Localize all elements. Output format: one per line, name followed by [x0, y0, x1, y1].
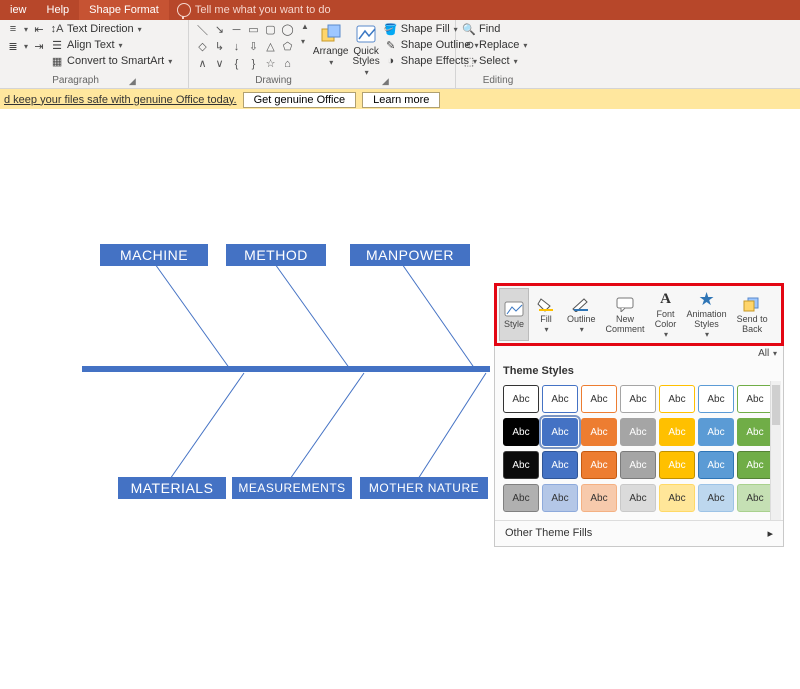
shape-style-popup: Style Fill▾ Outline▾ New Comment A Font …: [494, 283, 784, 547]
indent-decrease-button[interactable]: ⇤: [32, 22, 46, 36]
style-swatch-22[interactable]: Abc: [542, 484, 578, 512]
tell-me-search[interactable]: Tell me what you want to do: [177, 3, 331, 17]
style-swatch-24[interactable]: Abc: [620, 484, 656, 512]
style-swatch-10[interactable]: Abc: [620, 418, 656, 446]
replace-icon: ⟲: [462, 38, 476, 52]
effects-icon: ◑: [384, 54, 398, 68]
style-swatch-20[interactable]: Abc: [737, 451, 773, 479]
tab-help[interactable]: Help: [37, 0, 80, 20]
select-button[interactable]: ⬚Select▾: [462, 54, 527, 68]
gallery-scrollbar[interactable]: [770, 381, 781, 520]
learn-more-button[interactable]: Learn more: [362, 92, 440, 108]
theme-styles-title: Theme Styles: [495, 361, 783, 381]
tab-shape-format[interactable]: Shape Format: [79, 0, 169, 20]
font-color-icon: A: [655, 290, 677, 308]
pen-outline-icon: ✎: [384, 38, 398, 52]
shapes-gallery[interactable]: ＼↘─▭▢◯ ◇↳↓⇩△⬠ ∧∨{}☆⌂: [195, 22, 295, 71]
style-swatch-2[interactable]: Abc: [581, 385, 617, 413]
tab-view[interactable]: iew: [0, 0, 37, 20]
style-icon: [503, 300, 525, 318]
cursor-icon: ⬚: [462, 54, 476, 68]
lightbulb-icon: [177, 3, 191, 17]
style-swatch-15[interactable]: Abc: [542, 451, 578, 479]
style-swatch-8[interactable]: Abc: [542, 418, 578, 446]
bullets-button[interactable]: ≡▾: [6, 22, 28, 36]
shapes-scroll-up[interactable]: ▲: [301, 22, 309, 31]
shape-mother-nature[interactable]: MOTHER NATURE: [360, 477, 488, 499]
style-swatch-1[interactable]: Abc: [542, 385, 578, 413]
find-button[interactable]: 🔍Find: [462, 22, 527, 36]
send-back-icon: [741, 295, 763, 313]
style-swatch-5[interactable]: Abc: [698, 385, 734, 413]
style-swatch-3[interactable]: Abc: [620, 385, 656, 413]
group-paragraph: ≡▾ ≣▾ ⇤ ⇥ ↕AText Direction▾ ☰Align Text▾…: [0, 20, 189, 88]
align-text-button[interactable]: ☰Align Text▾: [50, 38, 172, 52]
mini-style-button[interactable]: Style: [499, 288, 529, 341]
mini-toolbar: Style Fill▾ Outline▾ New Comment A Font …: [494, 283, 784, 346]
star-icon: ★: [696, 290, 718, 308]
shape-machine[interactable]: MACHINE: [100, 244, 208, 266]
arrange-button[interactable]: Arrange▾: [313, 22, 349, 67]
style-swatch-18[interactable]: Abc: [659, 451, 695, 479]
mini-fill-button[interactable]: Fill▾: [531, 288, 561, 341]
style-swatch-6[interactable]: Abc: [737, 385, 773, 413]
fill-icon: [535, 295, 557, 313]
comment-icon: [614, 295, 636, 313]
gallery-all-button[interactable]: All ▾: [495, 346, 783, 361]
search-icon: 🔍: [462, 22, 476, 36]
mini-outline-button[interactable]: Outline▾: [563, 288, 600, 341]
group-drawing: ＼↘─▭▢◯ ◇↳↓⇩△⬠ ∧∨{}☆⌂ ▲ ▾ Arrange▾ Quick …: [189, 20, 456, 88]
paint-bucket-icon: 🪣: [384, 22, 398, 36]
tell-me-placeholder: Tell me what you want to do: [195, 4, 331, 16]
mini-font-color-button[interactable]: A Font Color▾: [651, 288, 681, 341]
style-swatch-25[interactable]: Abc: [659, 484, 695, 512]
style-swatch-26[interactable]: Abc: [698, 484, 734, 512]
style-swatch-9[interactable]: Abc: [581, 418, 617, 446]
shape-manpower[interactable]: MANPOWER: [350, 244, 470, 266]
style-swatch-23[interactable]: Abc: [581, 484, 617, 512]
style-swatch-19[interactable]: Abc: [698, 451, 734, 479]
text-direction-button[interactable]: ↕AText Direction▾: [50, 22, 172, 36]
style-swatch-16[interactable]: Abc: [581, 451, 617, 479]
outline-icon: [570, 295, 592, 313]
arrange-icon: [319, 22, 343, 46]
convert-smartart-button[interactable]: ▦Convert to SmartArt▾: [50, 54, 172, 68]
style-swatch-14[interactable]: Abc: [503, 451, 539, 479]
group-drawing-label: Drawing: [255, 75, 292, 87]
style-swatch-13[interactable]: Abc: [737, 418, 773, 446]
style-swatch-11[interactable]: Abc: [659, 418, 695, 446]
style-swatch-12[interactable]: Abc: [698, 418, 734, 446]
style-swatch-21[interactable]: Abc: [503, 484, 539, 512]
shape-measurements[interactable]: MEASUREMENTS: [232, 477, 352, 499]
shape-method[interactable]: METHOD: [226, 244, 326, 266]
ribbon: ≡▾ ≣▾ ⇤ ⇥ ↕AText Direction▾ ☰Align Text▾…: [0, 20, 800, 89]
quick-styles-icon: [354, 22, 378, 46]
group-paragraph-label: Paragraph: [52, 75, 99, 87]
style-swatch-4[interactable]: Abc: [659, 385, 695, 413]
paragraph-dialog-launcher[interactable]: ◢: [129, 76, 136, 87]
tab-strip: iew Help Shape Format Tell me what you w…: [0, 0, 800, 20]
style-swatch-7[interactable]: Abc: [503, 418, 539, 446]
style-swatch-17[interactable]: Abc: [620, 451, 656, 479]
mini-send-to-back-button[interactable]: Send to Back: [733, 288, 772, 341]
style-swatch-0[interactable]: Abc: [503, 385, 539, 413]
activation-message-bar: d keep your files safe with genuine Offi…: [0, 89, 800, 111]
mini-new-comment-button[interactable]: New Comment: [602, 288, 649, 341]
indent-increase-button[interactable]: ⇥: [32, 39, 46, 53]
other-theme-fills-button[interactable]: Other Theme Fills▸: [495, 520, 783, 546]
style-gallery: All ▾ Theme Styles AbcAbcAbcAbcAbcAbcAbc…: [494, 346, 784, 547]
quick-styles-button[interactable]: Quick Styles▾: [353, 22, 380, 77]
drawing-dialog-launcher[interactable]: ◢: [382, 76, 389, 87]
shapes-expand[interactable]: ▾: [301, 37, 309, 46]
mini-animation-button[interactable]: ★ Animation Styles▾: [683, 288, 731, 341]
replace-button[interactable]: ⟲Replace▾: [462, 38, 527, 52]
get-genuine-office-button[interactable]: Get genuine Office: [243, 92, 357, 108]
shape-materials[interactable]: MATERIALS: [118, 477, 226, 499]
group-editing-label: Editing: [462, 75, 534, 87]
numbering-button[interactable]: ≣▾: [6, 39, 28, 53]
activation-message-text[interactable]: d keep your files safe with genuine Offi…: [4, 94, 237, 106]
style-swatch-27[interactable]: Abc: [737, 484, 773, 512]
group-editing: 🔍Find ⟲Replace▾ ⬚Select▾ Editing: [456, 20, 540, 88]
